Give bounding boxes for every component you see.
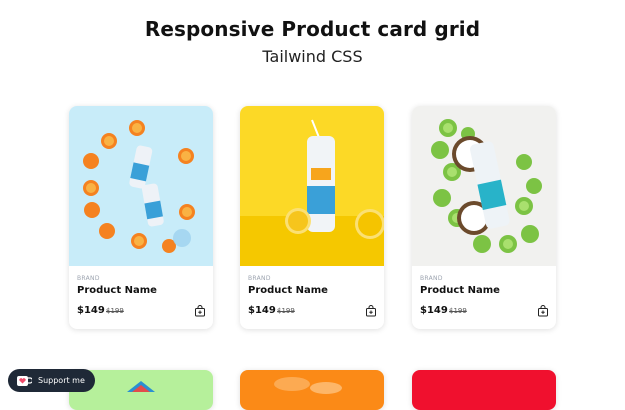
product-name[interactable]: Product Name — [77, 285, 157, 296]
product-card[interactable] — [412, 370, 556, 410]
product-name[interactable]: Product Name — [420, 285, 500, 296]
product-card[interactable]: BRAND Product Name $149 $199 — [412, 106, 556, 329]
product-brand: BRAND — [248, 275, 271, 282]
product-brand: BRAND — [77, 275, 100, 282]
product-price: $149 — [77, 305, 105, 316]
product-old-price: $199 — [277, 307, 295, 315]
product-image — [69, 106, 213, 266]
product-image — [412, 106, 556, 266]
product-old-price: $199 — [106, 307, 124, 315]
product-card[interactable]: BRAND Product Name $149 $199 — [240, 106, 384, 329]
product-image — [274, 377, 342, 394]
product-old-price: $199 — [449, 307, 467, 315]
product-card[interactable] — [240, 370, 384, 410]
support-me-label: Support me — [38, 376, 85, 385]
heart-cup-icon — [17, 375, 32, 386]
shopping-bag-icon[interactable] — [365, 305, 377, 317]
shopping-bag-icon[interactable] — [194, 305, 206, 317]
product-price: $149 — [420, 305, 448, 316]
page-title: Responsive Product card grid — [144, 17, 481, 41]
product-card[interactable]: BRAND Product Name $149 $199 — [69, 106, 213, 329]
page-subtitle: Tailwind CSS — [262, 47, 363, 66]
product-image — [240, 106, 384, 266]
product-price: $149 — [248, 305, 276, 316]
support-me-button[interactable]: Support me — [8, 369, 95, 392]
product-name[interactable]: Product Name — [248, 285, 328, 296]
product-brand: BRAND — [420, 275, 443, 282]
shopping-bag-icon[interactable] — [537, 305, 549, 317]
